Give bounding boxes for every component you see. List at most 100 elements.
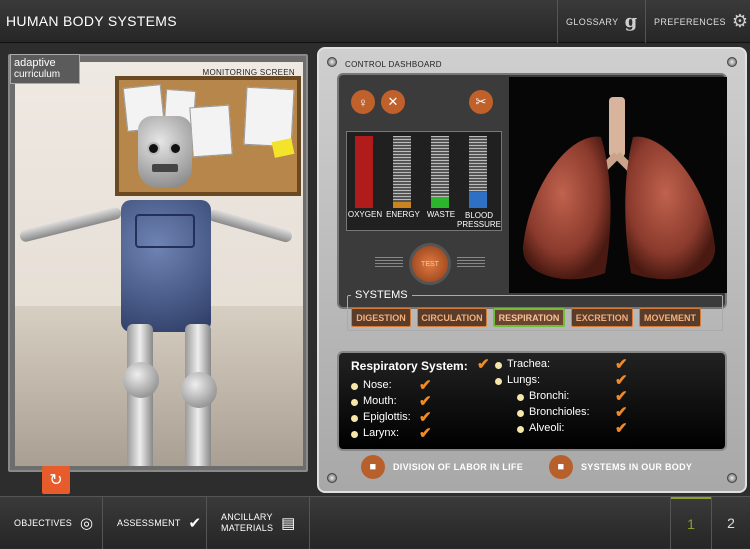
objectives-button[interactable]: OBJECTIVES ◎	[0, 497, 103, 549]
energy-meter	[393, 136, 411, 208]
people-icon[interactable]: ♀	[351, 90, 375, 114]
pinned-note	[189, 104, 233, 158]
gear-icon: ⚙	[731, 11, 749, 31]
preferences-label: PREFERENCES	[654, 16, 726, 27]
item-trachea: Trachea:	[507, 358, 551, 370]
bullet	[495, 378, 502, 385]
glossary-label: GLOSSARY	[566, 16, 619, 27]
bullet	[351, 415, 358, 422]
test-decor	[457, 257, 485, 267]
energy-fill	[393, 202, 411, 208]
bullet	[517, 426, 524, 433]
vital-meters: OXYGEN ENERGY WASTE BLOOD PRESSURE	[346, 131, 502, 231]
screw	[327, 57, 337, 67]
check-icon: ✔	[615, 420, 628, 437]
assessment-label: ASSESSMENT	[117, 518, 181, 528]
oxygen-label: OXYGEN	[347, 210, 383, 219]
trachea	[609, 97, 625, 157]
test-decor	[375, 257, 403, 267]
control-dashboard-label: CONTROL DASHBOARD	[345, 60, 442, 69]
assessment-button[interactable]: ASSESSMENT ✔	[103, 497, 207, 549]
check-icon: ✔	[615, 404, 628, 421]
item-mouth: Mouth:	[363, 395, 397, 407]
bullet	[351, 431, 358, 438]
preferences-button[interactable]: PREFERENCES ⚙	[645, 0, 750, 43]
blood-pressure-fill	[469, 192, 487, 208]
ancillary-materials-button[interactable]: ANCILLARY MATERIALS ▤	[207, 497, 310, 549]
item-larynx: Larynx:	[363, 427, 400, 439]
bullet	[351, 383, 358, 390]
app-title: HUMAN BODY SYSTEMS	[6, 13, 177, 29]
video-camera-icon: ■	[361, 455, 385, 479]
control-dashboard-panel: CONTROL DASHBOARD ♀ ✕ ✂ OXYGEN ENERGY WA…	[317, 47, 747, 493]
sticky-note	[271, 138, 295, 158]
check-icon: ✔	[419, 425, 432, 442]
check-icon: ✔	[419, 377, 432, 394]
check-icon: ✔	[419, 393, 432, 410]
bottom-bar: OBJECTIVES ◎ ASSESSMENT ✔ ANCILLARY MATE…	[0, 496, 750, 549]
waste-meter	[431, 136, 449, 208]
robot-knee-right	[181, 372, 217, 408]
system-movement-button[interactable]: MOVEMENT	[639, 308, 701, 327]
system-respiration-button[interactable]: RESPIRATION	[493, 308, 565, 327]
objectives-label: OBJECTIVES	[14, 518, 73, 528]
robot-arm-left	[18, 206, 123, 243]
screw	[727, 473, 737, 483]
screw	[727, 57, 737, 67]
page-2-button[interactable]: 2	[711, 497, 750, 549]
respiratory-title: Respiratory System:	[351, 359, 468, 373]
tools-icon[interactable]: ✂	[469, 90, 493, 114]
item-lungs: Lungs:	[507, 374, 541, 386]
main-area: MONITORING SCREEN adaptive curriculum ↻ …	[0, 44, 750, 496]
left-lung	[522, 136, 611, 280]
target-icon: ◎	[80, 515, 94, 532]
logo-line1: adaptive	[14, 57, 56, 69]
item-bronchioles: Bronchioles:	[529, 406, 590, 418]
division-of-labor-link[interactable]: ■ DIVISION OF LABOR IN LIFE	[361, 455, 523, 479]
page-1-button[interactable]: 1	[671, 497, 711, 549]
oxygen-meter	[355, 136, 373, 208]
robot-head	[138, 116, 192, 188]
glossary-button[interactable]: GLOSSARY g	[557, 0, 645, 43]
reset-button[interactable]: ↻	[42, 466, 70, 494]
item-bronchi: Bronchi:	[529, 390, 570, 402]
ancillary-label: ANCILLARY MATERIALS	[221, 512, 273, 534]
right-lung	[625, 136, 716, 280]
systems-in-body-link[interactable]: ■ SYSTEMS IN OUR BODY	[549, 455, 692, 479]
lungs-illustration	[522, 97, 716, 280]
system-excretion-button[interactable]: EXCRETION	[571, 308, 633, 327]
dashboard-screen: ♀ ✕ ✂ OXYGEN ENERGY WASTE BLOOD PRESSURE…	[337, 73, 727, 331]
check-icon: ✔	[615, 372, 628, 389]
ancillary-line1: ANCILLARY	[221, 512, 273, 522]
systems-in-body-label: SYSTEMS IN OUR BODY	[581, 462, 693, 472]
test-button[interactable]: TEST	[409, 243, 451, 285]
reset-icon: ↻	[49, 472, 63, 489]
adaptive-curriculum-logo: adaptive curriculum	[10, 54, 80, 84]
lungs-view	[509, 77, 727, 293]
bullet	[517, 394, 524, 401]
video-camera-icon: ■	[549, 455, 573, 479]
glossary-icon: g	[624, 11, 638, 32]
item-alveoli: Alveoli:	[529, 422, 565, 434]
division-of-labor-label: DIVISION OF LABOR IN LIFE	[393, 462, 524, 472]
check-icon: ✔	[477, 356, 490, 373]
check-icon: ✔	[615, 388, 628, 405]
check-icon: ✔	[419, 409, 432, 426]
blood-pressure-label: BLOOD PRESSURE	[457, 211, 502, 229]
ancillary-line2: MATERIALS	[221, 523, 274, 533]
item-epiglottis: Epiglottis:	[363, 411, 411, 423]
energy-label: ENERGY	[386, 210, 420, 219]
robot-eye	[169, 142, 182, 155]
oxygen-fill	[355, 136, 373, 208]
system-circulation-button[interactable]: CIRCULATION	[417, 308, 487, 327]
systems-label: SYSTEMS	[351, 289, 412, 301]
robot-mouth	[152, 164, 178, 172]
robot-knee-left	[123, 362, 159, 398]
bullet	[495, 362, 502, 369]
top-bar: HUMAN BODY SYSTEMS GLOSSARY g PREFERENCE…	[0, 0, 750, 43]
screw	[327, 473, 337, 483]
robot-body	[121, 200, 211, 332]
utensils-icon[interactable]: ✕	[381, 90, 405, 114]
bullet	[351, 399, 358, 406]
system-digestion-button[interactable]: DIGESTION	[351, 308, 411, 327]
